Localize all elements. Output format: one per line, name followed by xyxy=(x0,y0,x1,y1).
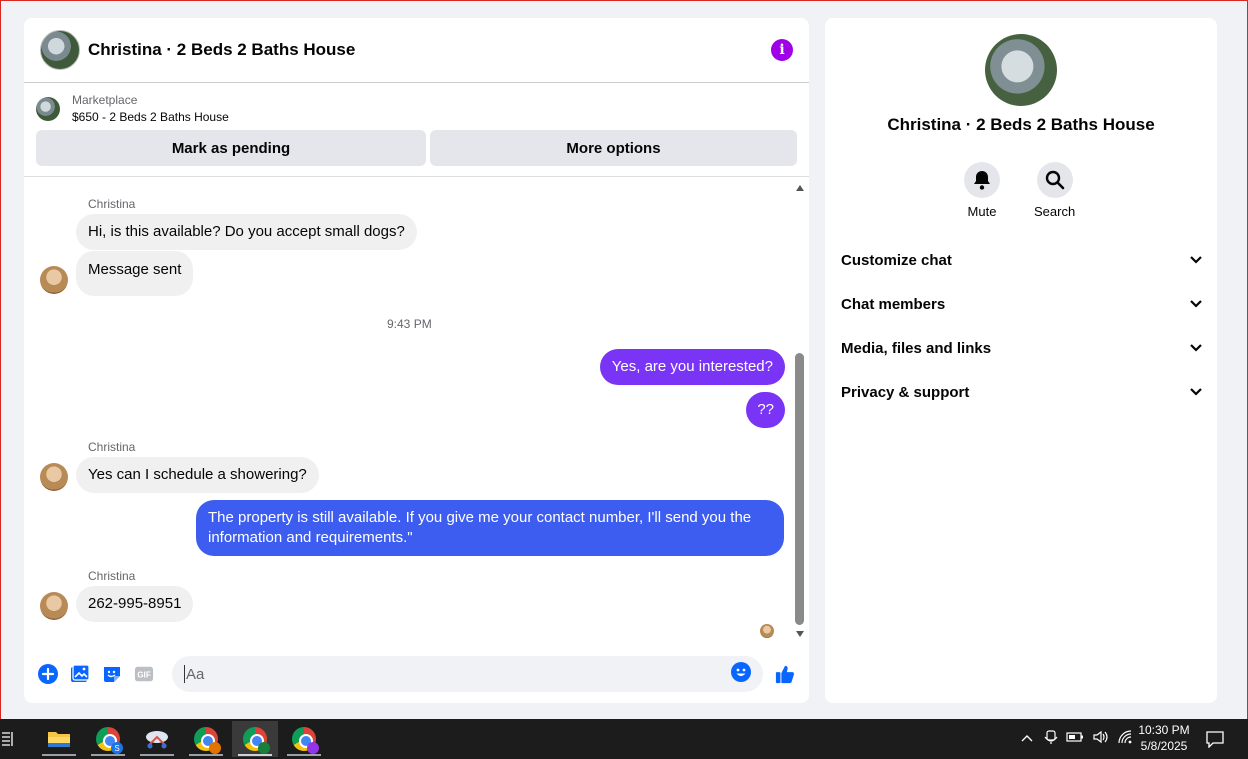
sender-name: Christina xyxy=(88,569,136,583)
marketplace-label: Marketplace xyxy=(72,93,138,107)
contact-avatar[interactable] xyxy=(40,266,68,294)
thumbs-up-icon[interactable] xyxy=(775,664,795,684)
menu-item-label: Chat members xyxy=(841,295,946,313)
chat-title[interactable]: Christina · 2 Beds 2 Baths House xyxy=(88,40,355,60)
message-bubble[interactable]: Message sent xyxy=(76,251,194,296)
sender-name: Christina xyxy=(88,197,136,211)
chrome-taskbar-button[interactable]: S xyxy=(85,721,131,757)
profile-title[interactable]: Christina · 2 Beds 2 Baths House xyxy=(825,115,1217,135)
mute-button[interactable]: Mute xyxy=(964,162,1000,219)
profile-badge xyxy=(258,742,270,754)
profile-badge: S xyxy=(111,742,123,754)
message-bubble-sent[interactable]: The property is still available. If you … xyxy=(196,500,784,556)
chrome-icon: S xyxy=(96,727,123,754)
media-files-links-item[interactable]: Media, files and links xyxy=(841,326,1203,370)
listing-title[interactable]: $650 - 2 Beds 2 Baths House xyxy=(72,110,229,124)
clock-time: 10:30 PM xyxy=(1138,723,1190,737)
chevron-up-icon[interactable] xyxy=(1020,730,1034,748)
text-caret xyxy=(184,665,185,683)
volume-icon[interactable] xyxy=(1092,730,1110,749)
running-indicator xyxy=(140,754,174,756)
scroll-down-arrow[interactable] xyxy=(796,631,804,637)
windows-taskbar: S 10:30 PM 5/8/2025 xyxy=(0,719,1248,759)
menu-item-label: Media, files and links xyxy=(841,339,992,357)
meet-now-icon[interactable] xyxy=(1044,729,1058,750)
bell-icon xyxy=(964,162,1000,198)
photo-icon[interactable] xyxy=(70,664,90,684)
listing-thumbnail[interactable] xyxy=(36,96,60,121)
message-scrollbar[interactable] xyxy=(793,181,807,643)
message-line: information and requirements." xyxy=(208,529,413,546)
plus-icon[interactable] xyxy=(38,664,58,684)
running-indicator xyxy=(91,754,125,756)
chat-header: Christina · 2 Beds 2 Baths House i xyxy=(24,18,809,83)
message-bubble-sent[interactable]: Yes, are you interested? xyxy=(599,349,785,385)
system-tray xyxy=(1014,719,1140,759)
chevron-down-icon xyxy=(1189,340,1203,357)
folder-icon xyxy=(48,732,70,747)
sender-name: Christina xyxy=(88,440,136,454)
chrome-icon xyxy=(194,727,221,754)
contact-avatar[interactable] xyxy=(40,463,68,491)
gif-icon[interactable]: GIF xyxy=(134,664,154,684)
info-icon[interactable]: i xyxy=(771,39,793,61)
chevron-down-icon xyxy=(1189,252,1203,269)
contact-avatar[interactable] xyxy=(40,592,68,620)
battery-icon[interactable] xyxy=(1066,730,1084,748)
chrome-profile-2-taskbar-button[interactable] xyxy=(183,721,229,757)
notification-center-icon[interactable] xyxy=(1206,730,1224,753)
sticker-icon[interactable] xyxy=(102,664,122,684)
chrome-icon xyxy=(292,727,319,754)
snipping-tool-icon xyxy=(146,731,168,749)
file-explorer-taskbar-button[interactable] xyxy=(36,721,82,757)
chrome-profile-4-taskbar-button[interactable] xyxy=(281,721,327,757)
scroll-thumb[interactable] xyxy=(795,353,804,625)
profile-badge xyxy=(209,742,221,754)
mark-pending-button[interactable]: Mark as pending xyxy=(36,130,426,166)
profile-avatar[interactable] xyxy=(985,34,1057,106)
message-bubble[interactable]: 262-995-8951 xyxy=(76,586,194,622)
svg-text:GIF: GIF xyxy=(137,671,151,680)
running-indicator xyxy=(42,754,76,756)
search-button[interactable]: Search xyxy=(1034,162,1075,219)
message-bubble[interactable]: Yes can I schedule a showering? xyxy=(76,457,319,493)
chevron-down-icon xyxy=(1189,384,1203,401)
snipping-tool-taskbar-button[interactable] xyxy=(134,721,180,757)
message-input[interactable]: Aa xyxy=(172,656,763,692)
menu-item-label: Privacy & support xyxy=(841,383,970,401)
message-line: The property is still available. If you … xyxy=(208,509,752,526)
chrome-icon xyxy=(243,727,270,754)
message-list: Christina Hi, is this available? Do you … xyxy=(24,181,794,643)
running-indicator xyxy=(238,754,272,756)
taskbar-clock[interactable]: 10:30 PM 5/8/2025 xyxy=(1130,722,1198,754)
scroll-up-arrow[interactable] xyxy=(796,185,804,191)
chat-members-item[interactable]: Chat members xyxy=(841,282,1203,326)
message-input-placeholder: Aa xyxy=(186,665,205,683)
profile-badge xyxy=(307,742,319,754)
composer-bar: GIF Aa xyxy=(24,654,809,694)
task-view-icon[interactable] xyxy=(0,731,14,747)
marketplace-card: Marketplace $650 - 2 Beds 2 Baths House … xyxy=(24,83,809,177)
more-options-button[interactable]: More options xyxy=(430,130,797,166)
conversation-details-panel: Christina · 2 Beds 2 Baths House Mute Se… xyxy=(825,18,1217,703)
chat-panel: Christina · 2 Beds 2 Baths House i Marke… xyxy=(24,18,809,703)
customize-chat-item[interactable]: Customize chat xyxy=(841,238,1203,282)
running-indicator xyxy=(287,754,321,756)
chat-avatar[interactable] xyxy=(40,30,80,70)
search-label: Search xyxy=(1034,204,1076,219)
timestamp: 9:43 PM xyxy=(387,317,432,331)
search-icon xyxy=(1036,162,1073,198)
emoji-icon[interactable] xyxy=(731,662,751,686)
mute-label: Mute xyxy=(967,204,997,219)
message-bubble-sent[interactable]: ?? xyxy=(746,392,785,428)
menu-item-label: Customize chat xyxy=(841,251,952,269)
seen-indicator-avatar xyxy=(760,624,774,638)
details-menu: Customize chat Chat members Media, files… xyxy=(841,238,1203,414)
privacy-support-item[interactable]: Privacy & support xyxy=(841,370,1203,414)
message-bubble[interactable]: Hi, is this available? Do you accept sma… xyxy=(76,214,417,250)
clock-date: 5/8/2025 xyxy=(1140,739,1188,753)
running-indicator xyxy=(189,754,223,756)
chrome-profile-3-taskbar-button[interactable] xyxy=(232,721,278,757)
chevron-down-icon xyxy=(1189,296,1203,313)
